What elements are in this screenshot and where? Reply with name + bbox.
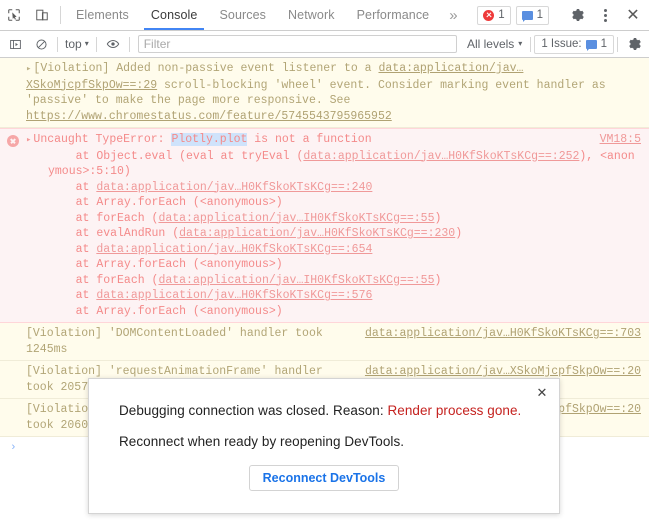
- message-count-label: 1: [536, 9, 543, 21]
- stack-pre: at: [48, 289, 97, 302]
- tab-network[interactable]: Network: [277, 0, 346, 30]
- speech-bubble-icon: [521, 10, 533, 22]
- disconnected-dialog: ✕ Debugging connection was closed. Reaso…: [88, 378, 560, 514]
- stack-pre: at Object.eval (eval at tryEval (: [48, 149, 304, 163]
- stack-link[interactable]: data:application/jav…IH0KfSkoKTsKCg==:55: [158, 274, 434, 287]
- tab-performance[interactable]: Performance: [346, 0, 441, 30]
- dialog-line-1: Debugging connection was closed. Reason:…: [119, 403, 529, 418]
- stack-line: at Array.forEach (<anonymous>): [48, 304, 641, 320]
- filterbar-divider-4: [530, 36, 532, 52]
- error-circle-icon-gutter: [7, 135, 19, 147]
- kebab-dots: [596, 8, 614, 22]
- issues-badge[interactable]: 1 Issue: 1: [534, 34, 614, 54]
- stack-pre: at: [48, 242, 97, 256]
- error-highlighted-token: Plotly.plot: [171, 133, 248, 146]
- console-sidebar-icon[interactable]: [2, 38, 28, 51]
- log-level-selector[interactable]: All levels ▾: [462, 37, 527, 51]
- error-suffix: is not a function: [247, 133, 372, 146]
- error-circle-icon: [483, 9, 495, 21]
- stack-link[interactable]: data:application/jav…IH0KfSkoKTsKCg==:55: [158, 212, 434, 225]
- stack-line: at Array.forEach (<anonymous>): [48, 257, 641, 273]
- clear-console-icon[interactable]: [28, 38, 54, 51]
- tab-console[interactable]: Console: [140, 0, 209, 30]
- filter-input[interactable]: [137, 35, 457, 53]
- stack-pre: at evalAndRun (: [48, 227, 180, 240]
- error-stack-trace: at Object.eval (eval at tryEval (data:ap…: [26, 149, 641, 320]
- stack-post: ): [455, 227, 463, 240]
- stack-line: at data:application/jav…H0KfSkoKTsKCg==:…: [48, 288, 641, 304]
- chromestatus-link[interactable]: https://www.chromestatus.com/feature/574…: [26, 110, 392, 123]
- error-source-link[interactable]: VM18:5: [600, 132, 641, 148]
- expand-arrow-icon-error[interactable]: ▸: [26, 135, 31, 145]
- issues-count: 1: [600, 38, 607, 50]
- console-message-violation-domcontentloaded[interactable]: data:application/jav…H0KfSkoKTsKCg==:703…: [0, 323, 649, 361]
- close-icon[interactable]: ✕: [619, 5, 647, 25]
- stack-pre: at Array.forEach (<anonymous>): [48, 196, 283, 209]
- dialog-line-1-prefix: Debugging connection was closed. Reason:: [119, 403, 388, 418]
- console-message-uncaught-typeerror[interactable]: VM18:5 ▸ Uncaught TypeError: Plotly.plot …: [0, 128, 649, 323]
- console-filterbar: top ▾ All levels ▾ 1 Issue: 1: [0, 31, 649, 58]
- error-count-label: 1: [498, 9, 505, 21]
- execution-context-label: top: [65, 37, 82, 51]
- chevron-down-icon: ▾: [84, 39, 89, 48]
- chevron-down-icon-levels: ▾: [518, 39, 523, 48]
- stack-line: at data:application/jav…H0KfSkoKTsKCg==:…: [48, 242, 641, 258]
- tab-elements[interactable]: Elements: [65, 0, 140, 30]
- stack-pre: at Array.forEach (<anonymous>): [48, 304, 283, 318]
- violation-text-a: [Violation] Added non-passive event list…: [33, 62, 379, 75]
- issues-label: 1 Issue:: [541, 38, 582, 50]
- console-settings-gear-icon[interactable]: [621, 36, 647, 52]
- filterbar-divider-3: [128, 36, 130, 52]
- console-message-violation-wheel[interactable]: ▸ [Violation] Added non-passive event lis…: [0, 58, 649, 128]
- toolbar-divider: [60, 6, 61, 24]
- devtools-window: Elements Console Sources Network Perform…: [0, 0, 649, 523]
- stack-link[interactable]: data:application/jav…H0KfSkoKTsKCg==:240: [96, 181, 372, 194]
- stack-pre: at forEach (: [48, 273, 159, 287]
- stack-line: at forEach (data:application/jav…IH0KfSk…: [48, 211, 641, 227]
- kebab-menu-icon[interactable]: [591, 8, 619, 22]
- error-prefix: Uncaught TypeError:: [33, 133, 172, 146]
- devtools-tabbar: Elements Console Sources Network Perform…: [0, 0, 649, 31]
- stack-link[interactable]: data:application/jav…H0KfSkoKTsKCg==:576: [96, 289, 372, 302]
- stack-link[interactable]: data:application/jav…H0KfSkoKTsKCg==:654: [96, 243, 372, 256]
- device-toolbar-icon[interactable]: [28, 0, 56, 30]
- tab-sources[interactable]: Sources: [208, 0, 277, 30]
- filterbar-divider-2: [95, 36, 97, 52]
- violation2-source-link[interactable]: data:application/jav…H0KfSkoKTsKCg==:703: [365, 326, 641, 342]
- error-count-badge[interactable]: 1: [477, 5, 511, 25]
- log-level-label: All levels: [466, 37, 515, 51]
- dialog-line-2: Reconnect when ready by reopening DevToo…: [119, 434, 405, 449]
- stack-link[interactable]: data:application/jav…H0KfSkoKTsKCg==:230: [179, 227, 455, 240]
- issue-bubble-icon: [585, 39, 597, 51]
- stack-link[interactable]: data:application/jav…H0KfSkoKTsKCg==:252: [303, 150, 579, 163]
- dialog-close-icon[interactable]: ✕: [534, 384, 550, 400]
- stack-line: at data:application/jav…H0KfSkoKTsKCg==:…: [48, 180, 641, 196]
- dialog-body: Debugging connection was closed. Reason:…: [89, 379, 559, 491]
- filterbar-divider-1: [57, 36, 58, 52]
- gear-icon[interactable]: [563, 7, 591, 23]
- prompt-chevron-icon: ›: [10, 442, 17, 454]
- filterbar-divider-5: [617, 36, 618, 52]
- stack-line: at forEach (data:application/jav…IH0KfSk…: [48, 273, 641, 289]
- stack-post: ): [434, 211, 442, 225]
- reconnect-devtools-button[interactable]: Reconnect DevTools: [248, 465, 400, 491]
- stack-line: at Array.forEach (<anonymous>): [48, 195, 641, 211]
- stack-pre: at Array.forEach (<anonymous>): [48, 258, 283, 271]
- more-tabs-icon[interactable]: »: [440, 0, 466, 30]
- dialog-reason: Render process gone.: [387, 403, 522, 418]
- expand-arrow-icon[interactable]: ▸: [26, 64, 31, 74]
- stack-pre: at forEach (: [48, 211, 159, 225]
- execution-context-selector[interactable]: top ▾: [61, 37, 93, 51]
- dialog-actions: Reconnect DevTools: [119, 465, 529, 491]
- stack-pre: at: [48, 180, 97, 194]
- stack-line: at Object.eval (eval at tryEval (data:ap…: [48, 149, 641, 180]
- panel-tabs: Elements Console Sources Network Perform…: [65, 0, 477, 30]
- inspect-element-icon[interactable]: [0, 0, 28, 30]
- violation2-text: [Violation] 'DOMContentLoaded' handler t…: [26, 327, 323, 356]
- live-expression-icon[interactable]: [100, 37, 126, 51]
- message-count-badge[interactable]: 1: [515, 5, 549, 25]
- tabbar-right-controls: 1 1 ✕: [477, 0, 649, 30]
- stack-post: ): [434, 273, 442, 287]
- stack-line: at evalAndRun (data:application/jav…H0Kf…: [48, 226, 641, 242]
